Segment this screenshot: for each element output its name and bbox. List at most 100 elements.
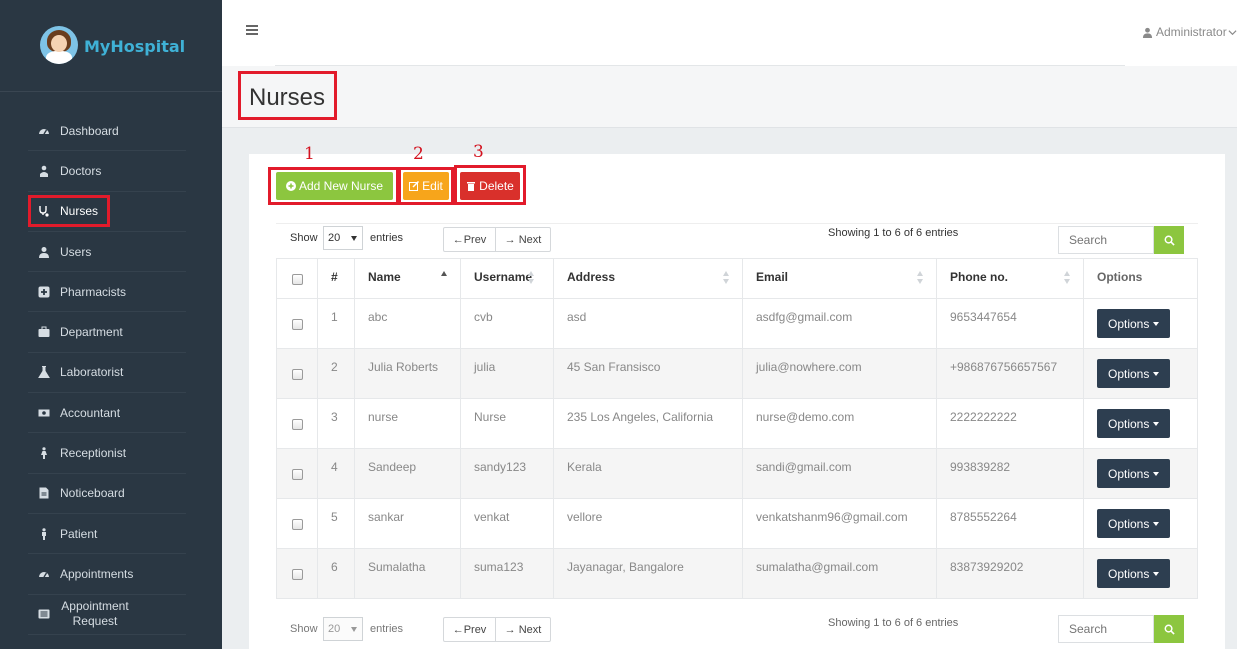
sidebar-item-doctors[interactable]: Doctors [28,151,186,192]
pager: ←Prev → Next [443,227,551,252]
column-header-phone[interactable]: Phone no. [936,258,1084,299]
cell-options: Options [1083,498,1198,549]
search-button[interactable] [1154,615,1184,643]
sidebar-item-appointment-request[interactable]: Appointment Request [28,595,186,635]
row-checkbox[interactable] [291,568,303,580]
sidebar-item-laboratorist[interactable]: Laboratorist [28,353,186,394]
sidebar-item-accountant[interactable]: Accountant [28,393,186,434]
row-select-cell [276,298,318,349]
search-button[interactable] [1154,226,1184,254]
search-input[interactable] [1058,226,1154,254]
row-checkbox[interactable] [291,368,303,380]
briefcase-icon [38,326,50,338]
column-header-number[interactable]: # [317,258,355,299]
cell-number: 3 [317,398,355,449]
sidebar-item-label: Pharmacists [60,284,127,299]
sidebar-item-receptionist[interactable]: Receptionist [28,433,186,474]
column-header-username[interactable]: Username [460,258,554,299]
search-input[interactable] [1058,615,1154,643]
cell-name: Julia Roberts [354,348,461,399]
cell-username: Nurse [460,398,554,449]
entries-select[interactable]: 20 [323,226,363,250]
annotation-1: 1 [304,144,315,164]
row-checkbox[interactable] [291,518,303,530]
sidebar-item-department[interactable]: Department [28,312,186,353]
search-box [1058,615,1184,643]
options-button[interactable]: Options [1097,559,1171,588]
sidebar-item-label: Appointments [60,566,134,581]
cell-address: 45 San Fransisco [553,348,743,399]
table-row: 3 nurse Nurse 235 Los Angeles, Californi… [276,398,1198,449]
prev-button[interactable]: ←Prev [444,618,496,641]
next-button[interactable]: → Next [496,618,550,641]
nurse-logo-icon [40,26,78,64]
options-button[interactable]: Options [1097,359,1171,388]
cell-email: nurse@demo.com [742,398,937,449]
entries-select[interactable]: 20 [323,617,363,641]
user-name: Administrator [1156,25,1227,39]
column-header-options: Options [1083,258,1198,299]
cell-options: Options [1083,448,1198,499]
column-label: Email [756,270,789,284]
table-row: 5 sankar venkat vellore venkatshanm96@gm… [276,498,1198,549]
logo-area: MyHospital [0,0,222,92]
nurses-highlight-box [28,195,110,227]
sidebar-nav: Dashboard Doctors Nurses Users Pharmacis… [28,111,186,635]
menu-toggle-icon[interactable] [246,25,258,35]
column-header-address[interactable]: Address [553,258,743,299]
select-all-checkbox[interactable] [291,273,303,285]
cell-number: 5 [317,498,355,549]
caret-down-icon [351,236,357,241]
caret-down-icon [351,627,357,632]
sort-icon [723,271,730,285]
cell-number: 4 [317,448,355,499]
show-label: Show [290,623,318,635]
plus-square-icon [38,286,50,298]
cell-number: 6 [317,548,355,599]
row-checkbox[interactable] [291,318,303,330]
sidebar-item-pharmacists[interactable]: Pharmacists [28,272,186,313]
app-name[interactable]: MyHospital [84,37,185,56]
prev-button[interactable]: ←Prev [444,228,496,251]
sidebar-item-appointments[interactable]: Appointments [28,554,186,595]
sidebar-item-dashboard[interactable]: Dashboard [28,111,186,152]
sidebar-item-label: Appointment Request [61,599,129,629]
column-header-email[interactable]: Email [742,258,937,299]
options-button[interactable]: Options [1097,309,1171,338]
caret-down-icon [1153,371,1160,376]
flask-icon [38,366,50,379]
cell-email: asdfg@gmail.com [742,298,937,349]
cell-address: 235 Los Angeles, California [553,398,743,449]
cell-username: julia [460,348,554,399]
cell-address: Kerala [553,448,743,499]
entries-info: Showing 1 to 6 of 6 entries [828,617,959,629]
sidebar-item-patient[interactable]: Patient [28,514,186,555]
next-button[interactable]: → Next [496,228,550,251]
sidebar-item-label: Accountant [60,405,121,420]
entries-value: 20 [328,232,341,244]
chevron-down-icon [1228,29,1237,35]
options-button[interactable]: Options [1097,409,1171,438]
column-label: Phone no. [950,270,1008,284]
sidebar-item-users[interactable]: Users [28,232,186,273]
cell-email: sumalatha@gmail.com [742,548,937,599]
cell-name: nurse [354,398,461,449]
sidebar-item-label: Receptionist [60,446,127,461]
column-header-name[interactable]: Name [354,258,461,299]
options-label: Options [1108,316,1150,331]
row-checkbox[interactable] [291,418,303,430]
options-button[interactable]: Options [1097,459,1171,488]
dashboard-icon [38,568,50,580]
row-select-cell [276,348,318,399]
sidebar-item-label: Noticeboard [60,486,125,501]
column-label: Username [474,270,533,284]
user-menu[interactable]: Administrator [1142,25,1237,39]
add-button-highlight-box [268,167,399,205]
show-label: Show [290,232,318,244]
entries-value: 20 [328,623,341,635]
sidebar-item-noticeboard[interactable]: Noticeboard [28,474,186,514]
row-checkbox[interactable] [291,468,303,480]
select-all-header [276,258,318,299]
cell-phone: 8785552264 [936,498,1084,549]
options-button[interactable]: Options [1097,509,1171,538]
